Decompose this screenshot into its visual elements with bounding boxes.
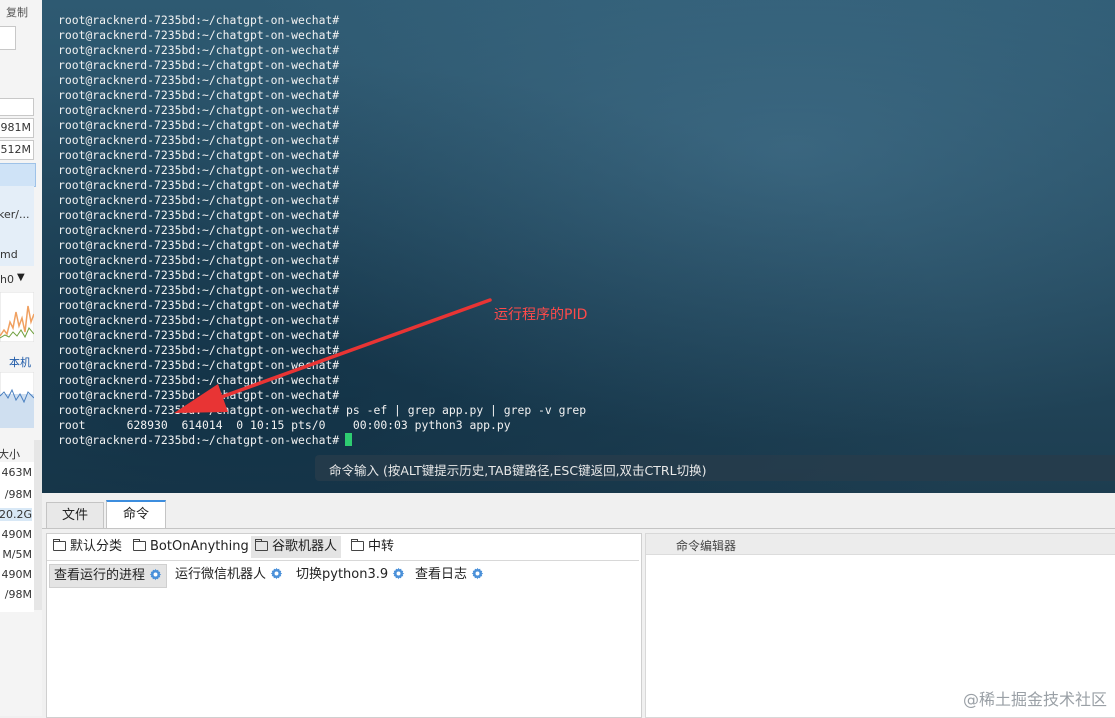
disk-graph xyxy=(0,372,34,428)
copy-label[interactable]: 复制 xyxy=(6,4,28,20)
size-item: /98M xyxy=(4,488,32,501)
selected-list-item[interactable] xyxy=(0,163,36,187)
group-label: 中转 xyxy=(368,539,395,554)
tab-files[interactable]: 文件 xyxy=(46,502,104,528)
group-tab-google-bot[interactable]: 谷歌机器人 xyxy=(251,536,342,558)
iface-fragment[interactable]: h0 xyxy=(0,273,14,286)
group-label: 默认分类 xyxy=(70,539,123,554)
left-scrollbar[interactable] xyxy=(34,440,42,610)
folder-icon xyxy=(133,539,146,551)
gear-icon[interactable] xyxy=(471,567,484,580)
folder-icon xyxy=(53,539,66,551)
mem-value-2: 512M xyxy=(0,143,32,156)
mem-field-1: 981M xyxy=(0,118,34,138)
group-tab-botonanything[interactable]: BotOnAnything xyxy=(129,536,253,558)
bottom-panel: 文件 命令 默认分类 BotOnAnything 谷歌机器人 中转 查看运行的进… xyxy=(42,493,1115,718)
left-side-panel: 复制 981M 512M ker/... md h0 ▼ 本机 大小 463M … xyxy=(0,0,43,716)
command-view-logs[interactable]: 查看日志 xyxy=(411,564,488,586)
size-item: M/5M xyxy=(2,548,32,561)
folder-icon xyxy=(255,539,268,551)
command-input-bar[interactable]: 命令输入 (按ALT键提示历史,TAB键路径,ESC键返回,双击CTRL切换) xyxy=(315,455,1115,481)
group-label: BotOnAnything xyxy=(150,539,249,554)
size-list: 463M /98M 20.2G 490M M/5M 490M /98M xyxy=(0,462,34,612)
group-divider xyxy=(47,560,639,561)
mem-value-1: 981M xyxy=(0,121,32,134)
command-label: 运行微信机器人 xyxy=(175,567,267,582)
command-switch-python[interactable]: 切换python3.9 xyxy=(292,564,409,586)
terminal-view[interactable]: root@racknerd-7235bd:~/chatgpt-on-wechat… xyxy=(42,0,1115,493)
command-input-hint: 命令输入 (按ALT键提示历史,TAB键路径,ESC键返回,双击CTRL切换) xyxy=(329,463,707,478)
group-tab-relay[interactable]: 中转 xyxy=(347,536,398,558)
size-item: 490M xyxy=(1,528,33,541)
chevron-down-icon[interactable]: ▼ xyxy=(17,272,25,283)
gear-icon[interactable] xyxy=(149,568,162,581)
size-item: /98M xyxy=(4,588,32,601)
annotation-arrow xyxy=(174,298,492,413)
size-item: 20.2G xyxy=(0,508,32,521)
tab-commands[interactable]: 命令 xyxy=(106,500,166,529)
command-label: 查看日志 xyxy=(415,567,468,582)
size-item: 463M xyxy=(1,466,33,479)
watermark: @稀土掘金技术社区 xyxy=(962,690,1107,709)
gear-icon[interactable] xyxy=(270,567,283,580)
command-run-wechat-bot[interactable]: 运行微信机器人 xyxy=(171,564,287,586)
command-editor-title: 命令编辑器 xyxy=(676,539,737,553)
tab-divider xyxy=(42,528,1115,529)
folder-icon xyxy=(351,539,364,551)
gear-icon[interactable] xyxy=(392,567,405,580)
mem-field-2: 512M xyxy=(0,140,34,160)
network-graph xyxy=(0,292,34,342)
local-label[interactable]: 本机 xyxy=(9,354,31,370)
command-label: 查看运行的进程 xyxy=(54,568,146,583)
command-view-processes[interactable]: 查看运行的进程 xyxy=(49,564,168,588)
command-editor-header: 命令编辑器 xyxy=(646,534,1115,555)
command-label: 切换python3.9 xyxy=(296,567,389,582)
size-item: 490M xyxy=(1,568,33,581)
copy-input-fragment[interactable] xyxy=(0,26,16,50)
command-list-panel: 默认分类 BotOnAnything 谷歌机器人 中转 查看运行的进程 运行微信… xyxy=(46,533,642,718)
list-area-fragment[interactable]: ker/... md xyxy=(0,186,34,266)
path-fragment: ker/... xyxy=(0,208,30,221)
pid-annotation: 运行程序的PID xyxy=(494,307,588,323)
group-tab-default[interactable]: 默认分类 xyxy=(49,536,126,558)
group-label: 谷歌机器人 xyxy=(272,539,338,554)
field-fragment[interactable] xyxy=(0,98,34,116)
cmd-fragment: md xyxy=(0,248,18,261)
size-header: 大小 xyxy=(0,448,20,461)
